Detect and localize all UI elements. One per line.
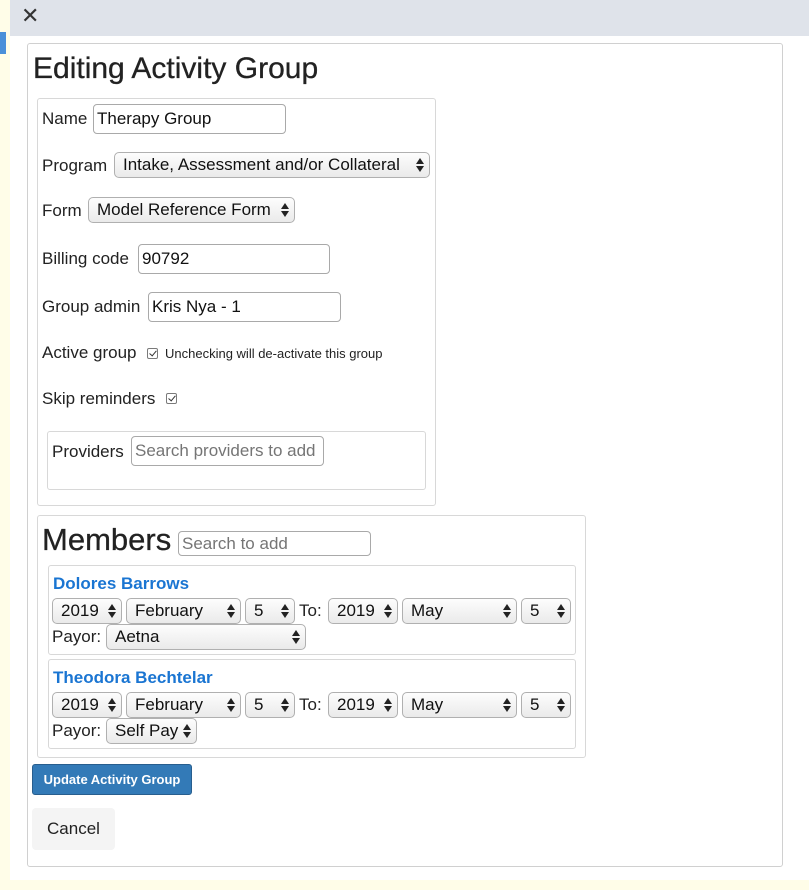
skip-reminders-label: Skip reminders: [42, 389, 156, 408]
payor-label: Payor:: [52, 721, 102, 740]
to-day-value: 5: [530, 695, 540, 714]
members-section: Members Dolores Barrows 2019 February 5 …: [37, 515, 586, 758]
select-arrows-icon: [384, 697, 392, 713]
name-label: Name: [42, 109, 88, 128]
from-day-select[interactable]: 5: [245, 692, 295, 718]
group-admin-label: Group admin: [42, 297, 141, 316]
to-label: To:: [299, 695, 322, 714]
providers-search-input[interactable]: [131, 436, 324, 466]
active-group-note: Unchecking will de-activate this group: [165, 346, 383, 361]
form-select-value: Model Reference Form: [97, 200, 271, 219]
to-year-value: 2019: [337, 695, 375, 714]
active-group-label: Active group: [42, 343, 137, 362]
from-day-value: 5: [254, 601, 264, 620]
modal-header: ✕: [10, 0, 809, 36]
select-arrows-icon: [281, 603, 289, 619]
member-card: Dolores Barrows 2019 February 5 To: 2019…: [48, 565, 576, 655]
from-day-value: 5: [254, 695, 264, 714]
select-arrows-icon: [557, 697, 565, 713]
to-year-select[interactable]: 2019: [328, 598, 398, 624]
to-month-select[interactable]: May: [402, 598, 517, 624]
select-arrows-icon: [281, 697, 289, 713]
select-arrows-icon: [183, 723, 191, 739]
member-name-link[interactable]: Theodora Bechtelar: [53, 668, 213, 688]
providers-label: Providers: [52, 442, 124, 461]
program-select[interactable]: Intake, Assessment and/or Collateral: [114, 152, 430, 178]
select-arrows-icon: [292, 629, 300, 645]
content-panel: Editing Activity Group Name Program Inta…: [27, 43, 783, 867]
cancel-button[interactable]: Cancel: [32, 808, 115, 850]
background-page-edge: [0, 32, 6, 54]
from-year-select[interactable]: 2019: [52, 598, 122, 624]
select-arrows-icon: [384, 603, 392, 619]
active-group-checkbox[interactable]: [147, 348, 158, 359]
select-arrows-icon: [281, 202, 289, 218]
select-arrows-icon: [108, 603, 116, 619]
select-arrows-icon: [416, 157, 424, 173]
to-month-select[interactable]: May: [402, 692, 517, 718]
members-title: Members: [42, 522, 172, 557]
to-month-value: May: [411, 601, 444, 620]
billing-code-input[interactable]: [138, 244, 330, 274]
to-label: To:: [299, 601, 322, 620]
to-month-value: May: [411, 695, 444, 714]
group-admin-input[interactable]: [148, 292, 341, 322]
payor-select[interactable]: Aetna: [106, 624, 306, 650]
select-arrows-icon: [503, 603, 511, 619]
from-month-value: February: [135, 601, 204, 620]
page-title: Editing Activity Group: [33, 52, 319, 85]
to-year-value: 2019: [337, 601, 375, 620]
from-day-select[interactable]: 5: [245, 598, 295, 624]
from-month-value: February: [135, 695, 204, 714]
from-year-value: 2019: [61, 601, 99, 620]
payor-value: Aetna: [115, 627, 160, 646]
to-day-select[interactable]: 5: [521, 598, 571, 624]
to-day-select[interactable]: 5: [521, 692, 571, 718]
providers-section: Providers: [47, 431, 426, 490]
update-activity-group-button[interactable]: Update Activity Group: [32, 764, 192, 795]
select-arrows-icon: [108, 697, 116, 713]
payor-label: Payor:: [52, 627, 102, 646]
select-arrows-icon: [557, 603, 565, 619]
skip-reminders-checkbox[interactable]: [166, 393, 177, 404]
form-select[interactable]: Model Reference Form: [88, 197, 295, 223]
select-arrows-icon: [503, 697, 511, 713]
members-search-input[interactable]: [178, 531, 371, 556]
close-icon[interactable]: ✕: [21, 5, 41, 29]
from-month-select[interactable]: February: [126, 598, 241, 624]
from-month-select[interactable]: February: [126, 692, 241, 718]
edit-activity-group-modal: ✕ Editing Activity Group Name Program In…: [10, 0, 809, 880]
member-card: Theodora Bechtelar 2019 February 5 To: 2…: [48, 659, 576, 749]
member-name-link[interactable]: Dolores Barrows: [53, 574, 189, 594]
payor-select[interactable]: Self Pay: [106, 718, 197, 744]
name-input[interactable]: [93, 104, 286, 134]
to-year-select[interactable]: 2019: [328, 692, 398, 718]
billing-code-label: Billing code: [42, 249, 129, 268]
program-label: Program: [42, 156, 108, 175]
select-arrows-icon: [227, 697, 235, 713]
program-select-value: Intake, Assessment and/or Collateral: [123, 155, 400, 174]
from-year-select[interactable]: 2019: [52, 692, 122, 718]
to-day-value: 5: [530, 601, 540, 620]
select-arrows-icon: [227, 603, 235, 619]
from-year-value: 2019: [61, 695, 99, 714]
form-label: Form: [42, 201, 82, 220]
payor-value: Self Pay: [115, 721, 179, 740]
group-details-form: Name Program Intake, Assessment and/or C…: [37, 98, 436, 506]
